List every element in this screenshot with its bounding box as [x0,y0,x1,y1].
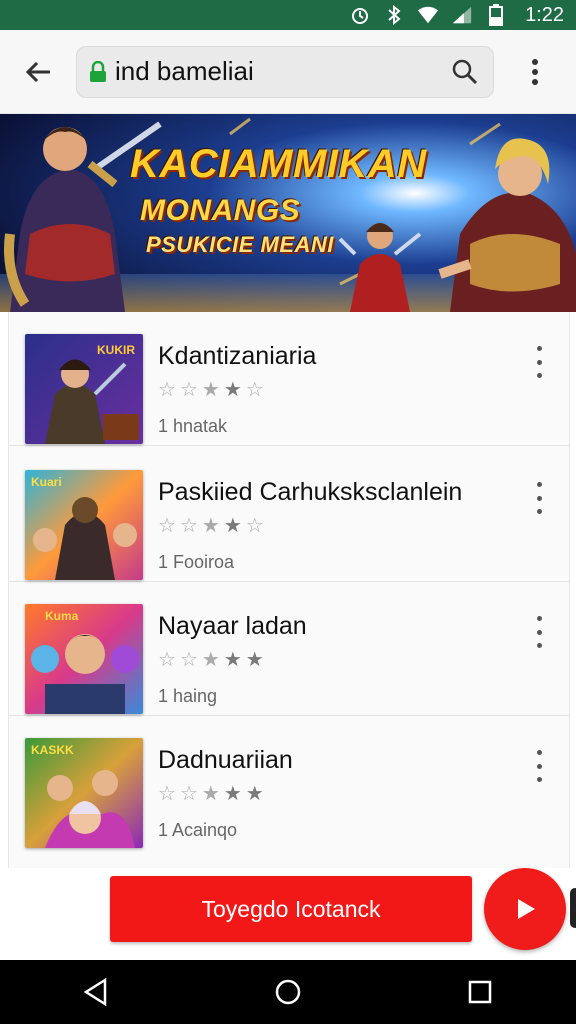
game-thumbnail[interactable]: Kuma [25,604,143,714]
back-arrow-icon[interactable] [0,30,76,114]
rating-stars: ☆ ☆ ★ ★ ★ [158,784,264,804]
thumbnail-logo: KUKIR [97,343,135,357]
star-icon: ☆ [179,515,198,537]
star-icon: ★ [201,379,220,401]
star-icon: ★ [201,783,220,805]
alarm-icon [349,4,371,26]
signal-icon [451,4,473,26]
star-icon: ★ [223,649,242,671]
list-item[interactable]: KASKK Dadnuariian ☆ ☆ ★ ★ ★ 1 Acainqo [9,716,569,850]
address-text[interactable]: ind bameliai [115,56,449,87]
star-icon: ☆ [158,783,176,805]
item-title: Paskiied Carhuksksclanlein [158,478,463,506]
wifi-icon [417,4,439,26]
item-subtitle: 1 haing [158,686,218,706]
game-thumbnail[interactable]: KUKIR [25,334,143,444]
star-icon: ★ [245,783,264,805]
item-title: Nayaar ladan [158,612,307,640]
lock-icon [89,60,107,83]
star-icon: ☆ [158,515,176,537]
star-icon: ☆ [179,649,198,671]
item-more-icon[interactable] [527,750,551,782]
item-subtitle: 1 Acainqo [158,820,238,840]
item-more-icon[interactable] [527,346,551,378]
rating-stars: ☆ ☆ ★ ★ ☆ [158,516,264,536]
item-title: Dadnuariian [158,746,293,774]
game-thumbnail[interactable]: Kuari [25,470,143,580]
play-icon[interactable] [484,868,566,950]
star-icon: ★ [223,783,242,805]
star-icon: ☆ [179,783,198,805]
address-bar[interactable]: ind bameliai [76,45,494,98]
star-icon: ★ [201,515,220,537]
nav-home-icon[interactable] [258,962,318,1022]
overflow-menu-icon[interactable] [494,30,576,114]
edge-handle [570,888,576,928]
list-item[interactable]: Kuari Paskiied Carhuksksclanlein ☆ ☆ ★ ★… [9,448,569,582]
banner-tagline: PSUKICIE MEANI [146,232,334,257]
star-icon: ★ [245,649,264,671]
game-list: KUKIR Kdantizaniaria ☆ ☆ ★ ★ ☆ 1 hnatak … [8,312,570,868]
nav-recents-icon[interactable] [450,962,510,1022]
star-icon: ☆ [158,379,176,401]
promo-banner[interactable]: KACIAMMIKAN MONANGS PSUKICIE MEANI [0,114,576,312]
primary-action-button[interactable]: Toyegdo Icotanck [110,876,472,942]
star-icon: ☆ [179,379,198,401]
bluetooth-icon [383,4,405,26]
game-thumbnail[interactable]: KASKK [25,738,143,848]
thumbnail-logo: KASKK [31,743,74,757]
nav-back-icon[interactable] [66,962,126,1022]
list-item[interactable]: Kuma Nayaar ladan ☆ ☆ ★ ★ ★ 1 haing [9,582,569,716]
thumbnail-logo: Kuma [45,609,79,623]
item-subtitle: 1 Fooiroa [158,552,235,572]
star-icon: ★ [201,649,220,671]
banner-subtitle: MONANGS [140,194,301,227]
search-icon[interactable] [449,56,481,88]
star-icon: ★ [223,379,242,401]
browser-toolbar: ind bameliai [0,30,576,114]
rating-stars: ☆ ☆ ★ ★ ★ [158,650,264,670]
item-subtitle: 1 hnatak [158,416,228,436]
star-icon: ☆ [245,379,264,401]
banner-title: KACIAMMIKAN [130,142,427,186]
clock: 1:22 [525,3,564,26]
bottom-action-bar: Toyegdo Icotanck [0,868,576,960]
star-icon: ☆ [158,649,176,671]
star-icon: ★ [223,515,242,537]
status-bar: 1:22 [0,0,576,30]
star-icon: ☆ [245,515,264,537]
item-more-icon[interactable] [527,482,551,514]
thumbnail-logo: Kuari [31,475,62,489]
system-navigation-bar [0,960,576,1024]
item-title: Kdantizaniaria [158,342,317,370]
rating-stars: ☆ ☆ ★ ★ ☆ [158,380,264,400]
item-more-icon[interactable] [527,616,551,648]
list-item[interactable]: KUKIR Kdantizaniaria ☆ ☆ ★ ★ ☆ 1 hnatak [9,312,569,446]
battery-icon [485,4,507,26]
